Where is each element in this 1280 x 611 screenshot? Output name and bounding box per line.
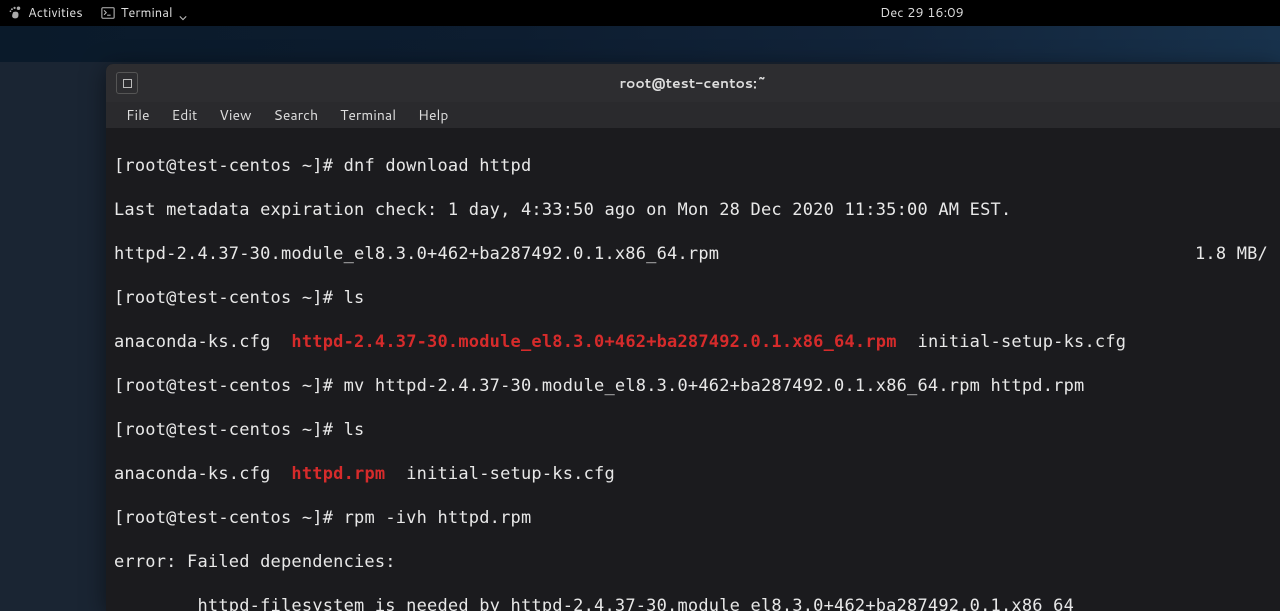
topbar-clock[interactable]: Dec 29 16:09	[880, 4, 964, 22]
gnome-topbar: Activities Terminal Dec 29 16:09	[0, 0, 1280, 26]
cmd: mv httpd-2.4.37-30.module_el8.3.0+462+ba…	[344, 376, 1085, 396]
chevron-down-icon	[179, 9, 187, 17]
menu-terminal[interactable]: Terminal	[330, 102, 406, 128]
terminal-window: root@test-centos:~ File Edit View Search…	[106, 64, 1280, 611]
term-line: [root@test-centos ~]# rpm -ivh httpd.rpm	[114, 507, 1274, 529]
rpm-file-red: httpd.rpm	[291, 464, 385, 484]
term-line: [root@test-centos ~]# ls	[114, 419, 1274, 441]
rpm-file-red: httpd-2.4.37-30.module_el8.3.0+462+ba287…	[291, 332, 896, 352]
terminal-icon	[101, 6, 115, 20]
term-line: httpd-2.4.37-30.module_el8.3.0+462+ba287…	[114, 243, 1274, 265]
term-line: error: Failed dependencies:	[114, 551, 1274, 573]
menu-help[interactable]: Help	[408, 102, 458, 128]
term-line: anaconda-ks.cfg httpd.rpm initial-setup-…	[114, 463, 1274, 485]
terminal-menubar: File Edit View Search Terminal Help	[106, 102, 1280, 129]
prompt: [root@test-centos ~]#	[114, 376, 344, 396]
cmd: dnf download httpd	[344, 156, 532, 176]
menu-edit[interactable]: Edit	[162, 102, 208, 128]
term-line: [root@test-centos ~]# dnf download httpd	[114, 155, 1274, 177]
download-speed: 1.8 MB/	[1195, 243, 1274, 265]
prompt: [root@test-centos ~]#	[114, 508, 344, 528]
prompt: [root@test-centos ~]#	[114, 288, 344, 308]
cmd: ls	[344, 420, 365, 440]
activities-button[interactable]: Activities	[8, 4, 83, 22]
window-menu-button[interactable]	[116, 72, 138, 94]
term-line: [root@test-centos ~]# ls	[114, 287, 1274, 309]
term-line: httpd-filesystem is needed by httpd-2.4.…	[114, 595, 1274, 611]
appmenu-label: Terminal	[121, 4, 173, 22]
gnome-foot-icon	[8, 6, 22, 20]
menu-file[interactable]: File	[116, 102, 160, 128]
term-line: Last metadata expiration check: 1 day, 4…	[114, 199, 1274, 221]
activities-label: Activities	[28, 4, 83, 22]
prompt: [root@test-centos ~]#	[114, 156, 344, 176]
menu-search[interactable]: Search	[264, 102, 329, 128]
term-line: anaconda-ks.cfg httpd-2.4.37-30.module_e…	[114, 331, 1274, 353]
cmd: rpm -ivh httpd.rpm	[344, 508, 532, 528]
rpm-file: httpd-2.4.37-30.module_el8.3.0+462+ba287…	[114, 244, 719, 264]
menu-view[interactable]: View	[209, 102, 261, 128]
appmenu-button[interactable]: Terminal	[101, 4, 187, 22]
cmd: ls	[344, 288, 365, 308]
terminal-viewport[interactable]: [root@test-centos ~]# dnf download httpd…	[106, 129, 1280, 611]
window-menu-icon	[123, 79, 132, 88]
window-title: root@test-centos:~	[620, 73, 767, 93]
term-line: [root@test-centos ~]# mv httpd-2.4.37-30…	[114, 375, 1274, 397]
window-titlebar[interactable]: root@test-centos:~	[106, 64, 1280, 102]
prompt: [root@test-centos ~]#	[114, 420, 344, 440]
desktop-background-strip	[0, 26, 1280, 62]
